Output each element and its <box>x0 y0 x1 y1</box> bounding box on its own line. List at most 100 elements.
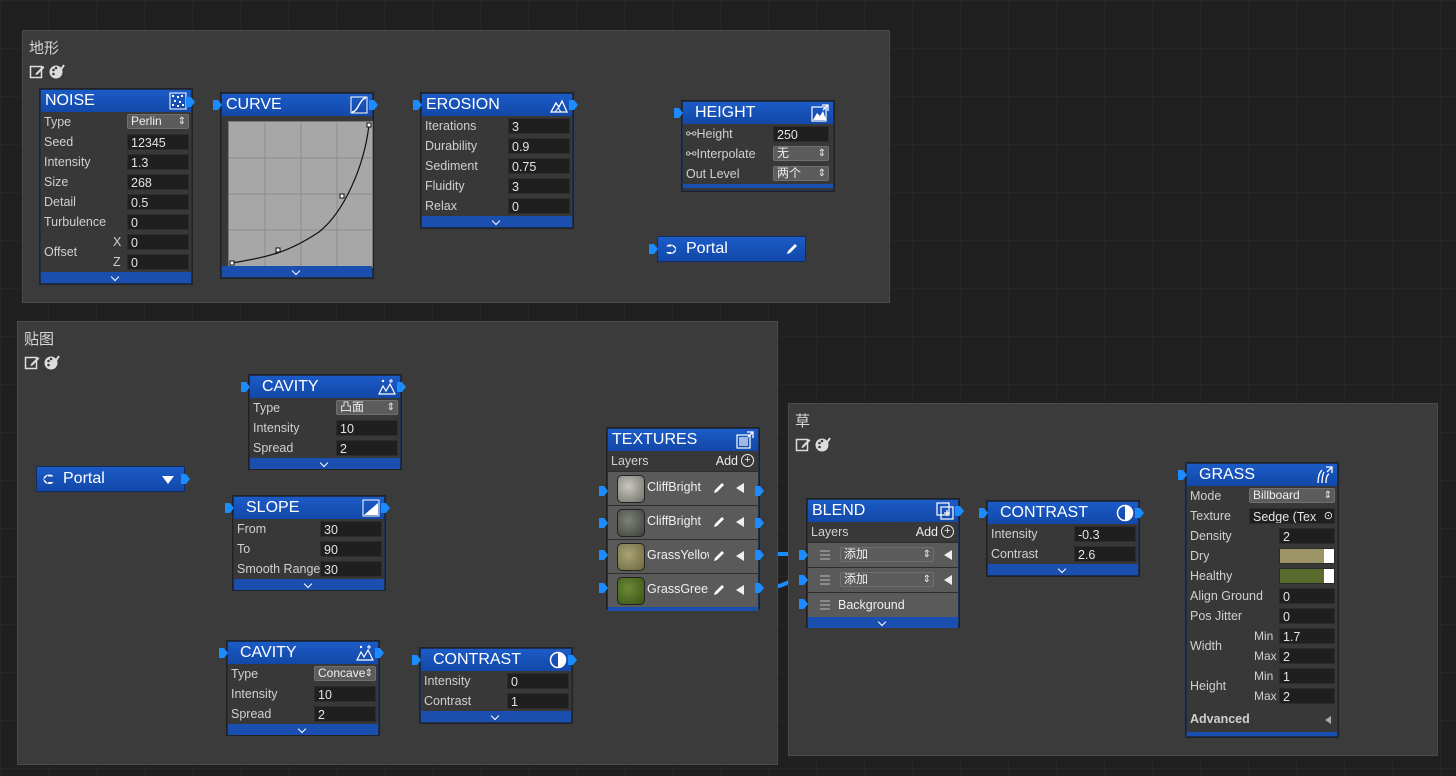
pencil-icon[interactable] <box>712 481 726 495</box>
input-port[interactable] <box>599 550 608 560</box>
contrast-input[interactable]: 1 <box>507 693 569 709</box>
intensity-input[interactable]: -0.3 <box>1074 526 1136 542</box>
textures-node[interactable]: TEXTURES Layers Add + CliffBright CliffB… <box>599 428 764 611</box>
seed-input[interactable]: 12345 <box>127 134 189 150</box>
cavity-node-1[interactable]: CAVITY Type 凸面 Intensity 10 Spread 2 <box>241 375 406 469</box>
add-circle-icon[interactable]: + <box>741 454 754 467</box>
curve-editor[interactable] <box>228 121 373 268</box>
node-header[interactable]: CAVITY <box>228 642 378 664</box>
palette-icon[interactable] <box>814 436 831 453</box>
input-port[interactable] <box>1178 470 1187 480</box>
input-port[interactable] <box>213 100 222 110</box>
palette-icon[interactable] <box>48 63 65 80</box>
detail-input[interactable]: 0.5 <box>127 194 189 210</box>
node-header[interactable]: SLOPE <box>234 497 384 519</box>
pencil-icon[interactable] <box>712 515 726 529</box>
node-header[interactable]: CAVITY <box>250 376 400 398</box>
pencil-icon[interactable] <box>712 549 726 563</box>
edit-icon[interactable] <box>24 354 41 371</box>
target-icon[interactable]: ⊙ <box>1324 506 1333 526</box>
iterations-input[interactable]: 3 <box>508 118 570 134</box>
dropdown-arrow-icon[interactable] <box>162 476 174 484</box>
collapse-arrow-icon[interactable] <box>736 585 744 595</box>
add-layer-label[interactable]: Add <box>716 451 738 471</box>
blend-node[interactable]: BLEND Layers Add + 添加 添加 Background <box>799 499 964 628</box>
input-port[interactable] <box>674 108 683 118</box>
collapse-arrow-icon[interactable] <box>944 575 952 585</box>
interpolate-select[interactable]: 无 <box>773 146 829 161</box>
collapse-arrow-icon[interactable] <box>736 483 744 493</box>
height-input[interactable]: 250 <box>773 126 829 142</box>
smooth-range-input[interactable]: 30 <box>320 561 382 577</box>
advanced-label[interactable]: Advanced <box>1190 709 1250 729</box>
fluidity-input[interactable]: 3 <box>508 178 570 194</box>
cavity-node-2[interactable]: CAVITY Type Concave Intensity 10 Spread 2 <box>219 641 384 735</box>
node-header[interactable]: HEIGHT <box>683 102 833 124</box>
pencil-icon[interactable] <box>712 583 726 597</box>
input-port[interactable] <box>413 100 422 110</box>
intensity-input[interactable]: 0 <box>507 673 569 689</box>
contrast-node-1[interactable]: CONTRAST Intensity 0 Contrast 1 <box>412 648 577 723</box>
node-header[interactable]: CONTRAST <box>421 649 571 671</box>
dry-color-swatch[interactable] <box>1279 548 1335 564</box>
input-port[interactable] <box>225 503 234 513</box>
collapse-toggle[interactable] <box>421 711 571 722</box>
collapse-arrow-icon[interactable] <box>736 551 744 561</box>
collapse-toggle[interactable] <box>250 458 400 469</box>
node-header[interactable]: EROSION <box>422 94 572 116</box>
blend-layer[interactable]: 添加 <box>808 542 958 567</box>
height-node[interactable]: HEIGHT ⚯Height 250 ⚯Interpolate 无 Out Leve… <box>674 101 834 191</box>
contrast-node-2[interactable]: CONTRAST Intensity -0.3 Contrast 2.6 <box>979 501 1144 576</box>
texture-layer[interactable]: GrassYellow <box>608 539 758 573</box>
intensity-input[interactable]: 10 <box>314 686 376 702</box>
blend-layer[interactable]: 添加 <box>808 567 958 592</box>
node-header[interactable]: BLEND <box>808 500 958 522</box>
spread-input[interactable]: 2 <box>336 440 398 456</box>
pos-jitter-input[interactable]: 0 <box>1279 608 1335 624</box>
mode-select[interactable]: Billboard <box>1249 488 1335 503</box>
height-max-input[interactable]: 2 <box>1279 688 1335 704</box>
add-circle-icon[interactable]: + <box>941 525 954 538</box>
collapse-toggle[interactable] <box>422 216 572 227</box>
drag-handle-icon[interactable] <box>820 600 830 610</box>
input-port[interactable] <box>799 575 808 585</box>
collapse-toggle[interactable] <box>808 617 958 628</box>
offset-x-input[interactable]: 0 <box>127 234 189 250</box>
relax-input[interactable]: 0 <box>508 198 570 214</box>
out-level-select[interactable]: 两个 <box>773 166 829 181</box>
spread-input[interactable]: 2 <box>314 706 376 722</box>
edit-icon[interactable] <box>795 436 812 453</box>
input-port[interactable] <box>799 599 808 609</box>
input-port[interactable] <box>219 648 228 658</box>
offset-z-input[interactable]: 0 <box>127 254 189 270</box>
type-select[interactable]: 凸面 <box>336 400 398 415</box>
texture-layer[interactable]: CliffBright <box>608 471 758 505</box>
node-header[interactable]: NOISE <box>41 90 191 112</box>
node-header[interactable]: TEXTURES <box>608 429 758 451</box>
type-select[interactable]: Perlin <box>127 114 189 129</box>
texture-layer[interactable]: CliffBright <box>608 505 758 539</box>
pencil-icon[interactable] <box>785 242 799 256</box>
collapse-toggle[interactable] <box>234 579 384 590</box>
type-select[interactable]: Concave <box>314 666 376 681</box>
collapse-arrow-icon[interactable] <box>944 550 952 560</box>
node-header[interactable]: CURVE <box>222 94 372 116</box>
portal-input-node[interactable]: ⮈ Portal <box>36 466 190 492</box>
drag-handle-icon[interactable] <box>820 550 830 560</box>
from-input[interactable]: 30 <box>320 521 382 537</box>
texture-layer[interactable]: GrassGreen <box>608 573 758 607</box>
input-port[interactable] <box>412 655 421 665</box>
grass-node[interactable]: GRASS Mode Billboard Texture Sedge (Tex⊙ D… <box>1178 463 1338 737</box>
align-ground-input[interactable]: 0 <box>1279 588 1335 604</box>
healthy-color-swatch[interactable] <box>1279 568 1335 584</box>
noise-node[interactable]: NOISE TypePerlin Seed12345 Intensity1.3 … <box>40 89 195 284</box>
input-port[interactable] <box>979 508 988 518</box>
sediment-input[interactable]: 0.75 <box>508 158 570 174</box>
texture-picker[interactable]: Sedge (Tex <box>1249 508 1335 524</box>
density-input[interactable]: 2 <box>1279 528 1335 544</box>
slope-node[interactable]: SLOPE From 30 To 90 Smooth Range 30 <box>225 496 390 590</box>
collapse-arrow-icon[interactable] <box>736 517 744 527</box>
input-port[interactable] <box>649 244 658 254</box>
width-max-input[interactable]: 2 <box>1279 648 1335 664</box>
node-header[interactable]: GRASS <box>1187 464 1337 486</box>
